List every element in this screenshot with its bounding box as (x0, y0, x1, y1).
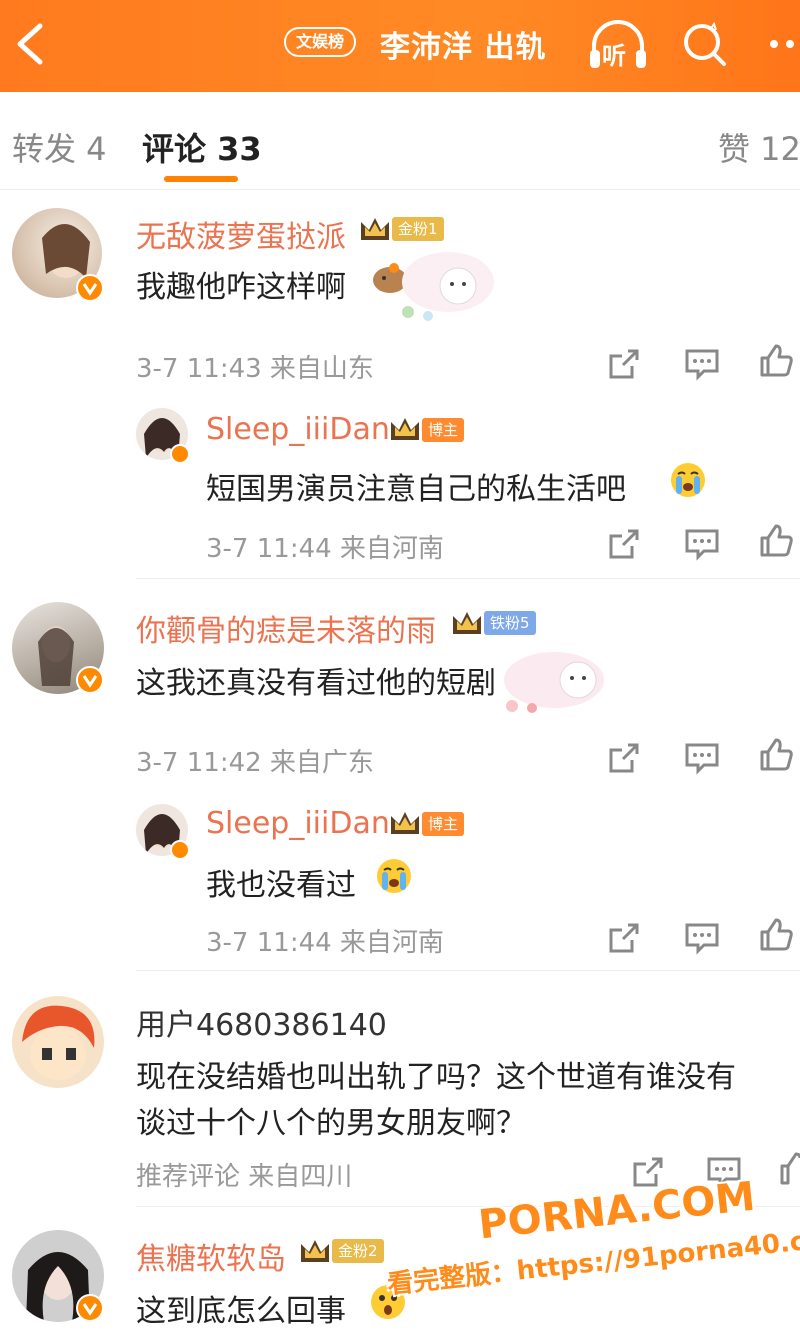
comment-icon[interactable] (684, 526, 720, 562)
like-icon[interactable] (778, 1150, 800, 1186)
comment-icon[interactable] (684, 346, 720, 382)
commenter-name[interactable]: 你颧骨的痣是未落的雨 (136, 606, 436, 650)
share-icon[interactable] (606, 920, 642, 956)
listen-button[interactable]: 听 (586, 16, 650, 74)
crown-icon (391, 812, 419, 834)
share-icon[interactable] (606, 526, 642, 562)
reply-meta: 3-7 11:44 来自河南 (206, 928, 444, 958)
verified-badge-icon (76, 274, 104, 302)
commenter-name[interactable]: 焦糖软软岛 (136, 1234, 286, 1278)
comment-meta: 3-7 11:43 来自山东 (136, 354, 374, 384)
crown-icon (391, 418, 419, 440)
comment-text-line2: 谈过十个八个的男女朋友啊？ (136, 1106, 526, 1141)
reply-meta: 3-7 11:44 来自河南 (206, 534, 444, 564)
fan-level-badge: 铁粉5 (484, 611, 536, 635)
owner-badge: 博主 (422, 418, 465, 442)
chevron-left-icon[interactable] (6, 14, 56, 74)
crown-icon (453, 612, 481, 634)
fan-level-badge: 金粉1 (392, 217, 444, 241)
comment-icon[interactable] (684, 740, 720, 776)
divider (136, 970, 800, 971)
share-icon[interactable] (606, 346, 642, 382)
crying-emoji-icon (377, 859, 411, 893)
active-tab-indicator (164, 176, 238, 182)
verified-badge-icon (76, 666, 104, 694)
tab-bar: 转发 4 评论 33 赞 122 (0, 92, 800, 190)
crying-emoji-icon (671, 463, 705, 497)
reply-text: 短国男演员注意自己的私生活吧 (206, 472, 626, 507)
hot-list-tag[interactable]: 文娱榜 (284, 27, 357, 57)
divider (136, 578, 800, 579)
page-title: 李沛洋 出轨 (380, 30, 547, 65)
like-icon[interactable] (758, 916, 794, 952)
commenter-name[interactable]: 用户4680386140 (136, 1000, 387, 1044)
commenter-name[interactable]: 无敌菠萝蛋挞派 (136, 212, 346, 256)
cartoon-sticker-icon (402, 252, 494, 321)
crown-icon (361, 218, 389, 240)
comment-text: 现在没结婚也叫出轨了吗？这个世道有谁没有 (136, 1060, 736, 1095)
verified-badge-icon (76, 1294, 104, 1322)
comment-item: 用户4680386140 现在没结婚也叫出轨了吗？这个世道有谁没有 谈过十个八个… (0, 972, 800, 1207)
commenter-name[interactable]: Sleep_iiiDan (206, 806, 390, 841)
listen-label: 听 (602, 42, 626, 70)
crown-icon (301, 1240, 329, 1262)
tab-like[interactable]: 赞 122 (718, 124, 800, 170)
like-icon[interactable] (758, 736, 794, 772)
verified-badge-icon (170, 444, 190, 464)
comment-item: 无敌菠萝蛋挞派 金粉1 我趣他咋这样啊 3-7 11:43 来自山东 Sleep… (0, 190, 800, 580)
share-icon[interactable] (606, 740, 642, 776)
comment-icon[interactable] (684, 920, 720, 956)
like-icon[interactable] (758, 522, 794, 558)
verified-badge-icon (170, 840, 190, 860)
comment-text: 这到底怎么回事 (136, 1294, 346, 1329)
cartoon-sticker-icon (504, 652, 604, 713)
comment-meta: 推荐评论 来自四川 (136, 1162, 353, 1192)
avatar[interactable] (12, 996, 104, 1088)
owner-badge: 博主 (422, 812, 465, 836)
comment-item: 你颧骨的痣是未落的雨 铁粉5 这我还真没有看过他的短剧 3-7 11:42 来自… (0, 580, 800, 972)
comment-text: 我趣他咋这样啊 (136, 270, 346, 305)
tab-comment[interactable]: 评论 33 (142, 124, 262, 170)
top-bar: 文娱榜 李沛洋 出轨 听 (0, 0, 800, 92)
comment-text: 这我还真没有看过他的短剧 (136, 666, 496, 701)
tab-repost[interactable]: 转发 4 (12, 124, 107, 170)
fan-level-badge: 金粉2 (332, 1239, 384, 1263)
comment-meta: 3-7 11:42 来自广东 (136, 748, 374, 778)
more-dots-icon[interactable] (766, 24, 800, 64)
reply-text: 我也没看过 (206, 868, 356, 903)
search-icon[interactable] (680, 16, 730, 72)
like-icon[interactable] (758, 342, 794, 378)
commenter-name[interactable]: Sleep_iiiDan (206, 412, 390, 447)
